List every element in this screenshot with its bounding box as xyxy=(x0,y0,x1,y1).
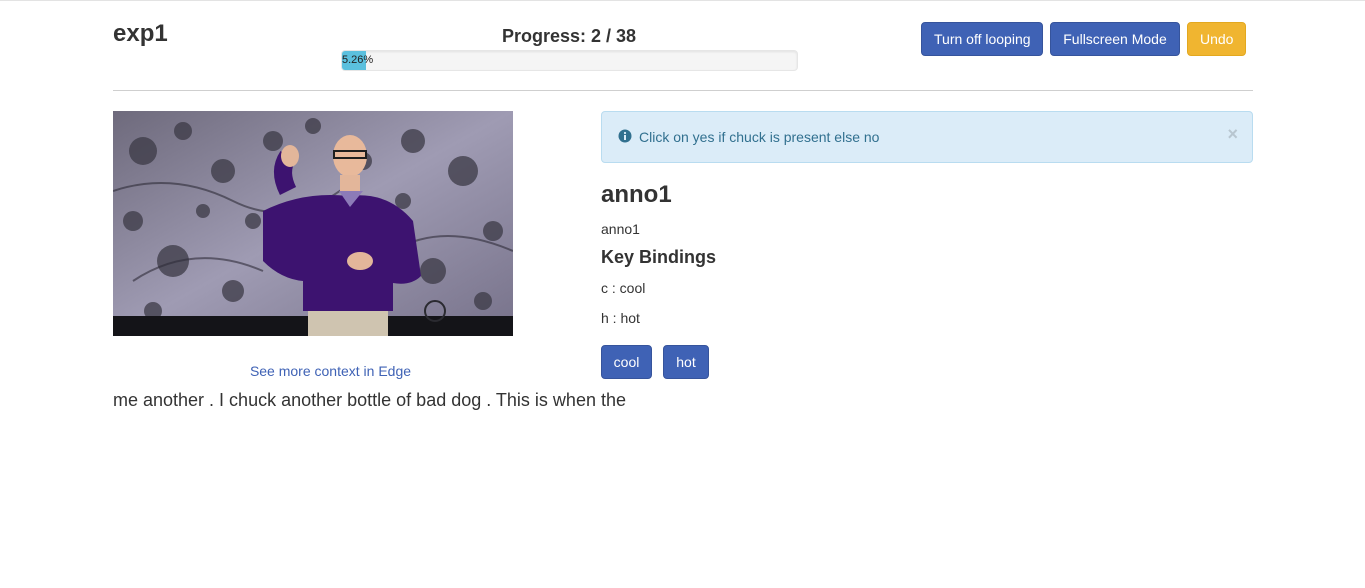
annotation-title: anno1 xyxy=(601,181,672,208)
turn-off-looping-button[interactable]: Turn off looping xyxy=(921,22,1043,56)
progress-percent: 5.26% xyxy=(342,54,374,66)
video-frame-image xyxy=(113,111,513,336)
close-icon[interactable]: × xyxy=(1227,125,1238,143)
key-bindings-heading: Key Bindings xyxy=(601,247,717,267)
cool-button[interactable]: cool xyxy=(601,345,652,379)
hot-button[interactable]: hot xyxy=(663,345,709,379)
instruction-alert: Click on yes if chuck is present else no… xyxy=(601,111,1253,163)
main-container: exp1 Progress: 2 / 38 5.26% Turn off loo… xyxy=(113,0,1253,588)
fullscreen-mode-button[interactable]: Fullscreen Mode xyxy=(1050,22,1180,56)
header-divider xyxy=(113,90,1253,91)
key-binding-item: h : hot xyxy=(601,310,640,326)
info-circle-icon xyxy=(618,129,632,143)
undo-button[interactable]: Undo xyxy=(1187,22,1246,56)
experiment-title: exp1 xyxy=(113,20,168,47)
transcript-text: me another . I chuck another bottle of b… xyxy=(113,390,626,410)
progress-label: Progress: 2 / 38 xyxy=(501,26,637,46)
progress-bar: 5.26% xyxy=(341,50,798,71)
video-player[interactable] xyxy=(113,111,513,336)
annotation-subtitle: anno1 xyxy=(601,221,640,237)
see-more-context-link[interactable]: See more context in Edge xyxy=(113,363,548,379)
alert-text: Click on yes if chuck is present else no xyxy=(639,129,880,145)
key-binding-item: c : cool xyxy=(601,280,646,296)
